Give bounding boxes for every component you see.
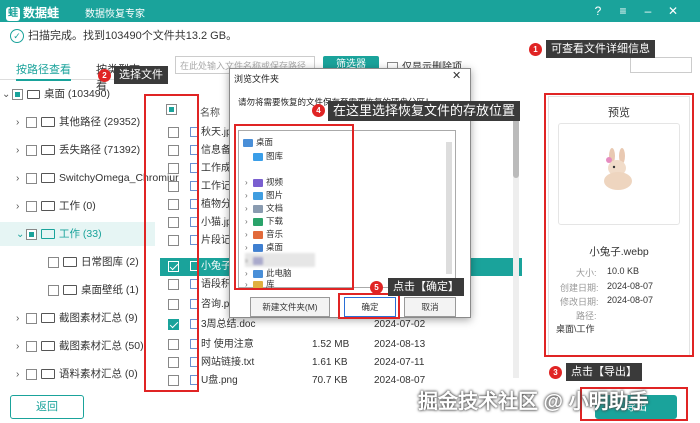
- frog-logo-icon: 蛙: [6, 6, 20, 21]
- folder-icon: [41, 313, 55, 324]
- chevron-right-icon[interactable]: ›: [16, 139, 26, 163]
- tree-item-corpus[interactable]: › 语料素材汇总 (0): [16, 362, 138, 386]
- folder-icon: [41, 117, 55, 128]
- tree-item-label: 其他路径 (29352): [59, 116, 141, 128]
- view-mode-switcher[interactable]: [630, 57, 692, 73]
- chevron-down-icon[interactable]: ⌄: [16, 223, 26, 247]
- dialog-close-icon[interactable]: ✕: [452, 69, 461, 82]
- close-icon[interactable]: ✕: [665, 3, 681, 19]
- annotation-number: 3: [549, 366, 562, 379]
- tree-item-desktop[interactable]: ⌄ 桌面 (103490): [2, 82, 110, 106]
- annotation-number: 5: [370, 281, 383, 294]
- tree-checkbox[interactable]: [26, 116, 37, 128]
- annotation-box-ok: [338, 293, 400, 319]
- file-name: 3周总结.doc: [201, 319, 256, 330]
- tree-item-work-0[interactable]: › 工作 (0): [16, 194, 96, 218]
- dialog-cancel-button[interactable]: 取消: [404, 297, 456, 317]
- tree-item-screenshots-50[interactable]: › 截图素材汇总 (50): [16, 334, 144, 358]
- dialog-title: 浏览文件夹: [234, 74, 280, 84]
- annotation-callout: 在这里选择恢复文件的存放位置: [328, 101, 521, 121]
- monitor-icon: [27, 89, 40, 99]
- tree-checkbox[interactable]: [26, 172, 37, 184]
- annotation-box-preview: [544, 93, 694, 357]
- chevron-right-icon[interactable]: ›: [16, 167, 26, 191]
- tree-item-other-paths[interactable]: › 其他路径 (29352): [16, 110, 140, 134]
- file-date: 2024-08-13: [374, 339, 426, 350]
- folder-icon: [41, 173, 55, 184]
- folder-icon: [63, 257, 77, 268]
- tree-item-label: 日常图库 (2): [81, 256, 139, 268]
- tree-item-label: 语料素材汇总 (0): [59, 368, 138, 380]
- chevron-down-icon[interactable]: ⌄: [2, 83, 12, 107]
- folder-icon: [41, 201, 55, 212]
- tree-item-label: 工作 (0): [59, 200, 96, 212]
- file-size: 70.7 KB: [312, 375, 348, 386]
- tree-checkbox[interactable]: [48, 256, 59, 268]
- tree-item-label: 工作 (33): [59, 228, 102, 240]
- annotation-number: 2: [98, 69, 111, 82]
- annotation-box-select-file: [144, 94, 199, 392]
- annotation-number: 1: [529, 43, 542, 56]
- chevron-right-icon[interactable]: ›: [16, 363, 26, 387]
- menu-icon[interactable]: ≡: [615, 3, 631, 19]
- table-row[interactable]: 时 使用注意 1.52 MB 2024-08-13: [160, 336, 522, 354]
- chevron-right-icon[interactable]: ›: [16, 195, 26, 219]
- chevron-right-icon[interactable]: ›: [16, 307, 26, 331]
- tree-item-label: 截图素材汇总 (9): [59, 312, 138, 324]
- dialog-scrollbar[interactable]: [446, 142, 452, 274]
- app-subtitle: 数据恢复专家: [85, 9, 145, 20]
- tree-checkbox[interactable]: [26, 200, 37, 212]
- column-header-name[interactable]: 名称: [200, 104, 220, 119]
- table-row[interactable]: 网站链接.txt 1.61 KB 2024-07-11: [160, 354, 522, 372]
- tree-checkbox[interactable]: [26, 340, 37, 352]
- annotation-callout: 点击【导出】: [566, 363, 642, 381]
- tree-item-label: 桌面 (103490): [44, 88, 110, 100]
- tree-checkbox[interactable]: [26, 144, 37, 156]
- tree-item-screenshots-9[interactable]: › 截图素材汇总 (9): [16, 306, 138, 330]
- annotation-callout: 可查看文件详细信息: [546, 40, 655, 58]
- tree-item-wallpaper[interactable]: 桌面壁纸 (1): [38, 278, 139, 302]
- folder-icon: [63, 285, 77, 296]
- app-logo: 蛙数据蛙: [6, 4, 59, 21]
- new-folder-button[interactable]: 新建文件夹(M): [250, 297, 330, 317]
- file-date: 2024-07-11: [374, 357, 425, 368]
- tree-item-lost-paths[interactable]: › 丢失路径 (71392): [16, 138, 140, 162]
- folder-icon: [41, 229, 55, 240]
- file-name: 时 使用注意: [201, 339, 254, 350]
- scan-status-text: 扫描完成。找到103490个文件共13.2 GB。: [28, 30, 238, 42]
- back-button[interactable]: 返回: [10, 395, 84, 419]
- file-size: 1.61 KB: [312, 357, 348, 368]
- tree-item-label: 截图素材汇总 (50): [59, 340, 144, 352]
- annotation-number: 4: [312, 104, 325, 117]
- annotation-callout: 选择文件: [114, 66, 168, 84]
- app-name: 数据蛙: [23, 6, 60, 20]
- tree-item-label: 桌面壁纸 (1): [81, 284, 139, 296]
- file-size: 1.52 MB: [312, 339, 350, 350]
- annotation-box-folder-tree: [234, 124, 354, 290]
- folder-icon: [41, 145, 55, 156]
- file-name: U盘.png: [201, 375, 238, 386]
- scan-status: ✓ 扫描完成。找到103490个文件共13.2 GB。: [10, 27, 238, 44]
- file-name: 网站链接.txt: [201, 357, 255, 368]
- minimize-icon[interactable]: –: [640, 3, 656, 19]
- tree-checkbox[interactable]: [26, 368, 37, 380]
- tree-checkbox[interactable]: [12, 88, 23, 100]
- tree-item-daily-gallery[interactable]: 日常图库 (2): [38, 250, 139, 274]
- list-scroll-thumb[interactable]: [513, 118, 519, 178]
- tree-checkbox[interactable]: [26, 228, 37, 240]
- tree-checkbox[interactable]: [26, 312, 37, 324]
- chevron-right-icon[interactable]: ›: [16, 335, 26, 359]
- tree-item-work-33[interactable]: ⌄ 工作 (33): [0, 222, 155, 246]
- folder-icon: [41, 341, 55, 352]
- tree-item-label: 丢失路径 (71392): [59, 144, 141, 156]
- chevron-right-icon[interactable]: ›: [16, 111, 26, 135]
- watermark: 掘金技术社区 @ 小明助手: [418, 391, 649, 413]
- tree-checkbox[interactable]: [48, 284, 59, 296]
- folder-icon: [41, 369, 55, 380]
- check-circle-icon: ✓: [10, 29, 24, 44]
- annotation-callout: 点击【确定】: [388, 278, 464, 296]
- help-icon[interactable]: ?: [590, 3, 606, 19]
- tab-by-path[interactable]: 按路径查看: [16, 61, 71, 81]
